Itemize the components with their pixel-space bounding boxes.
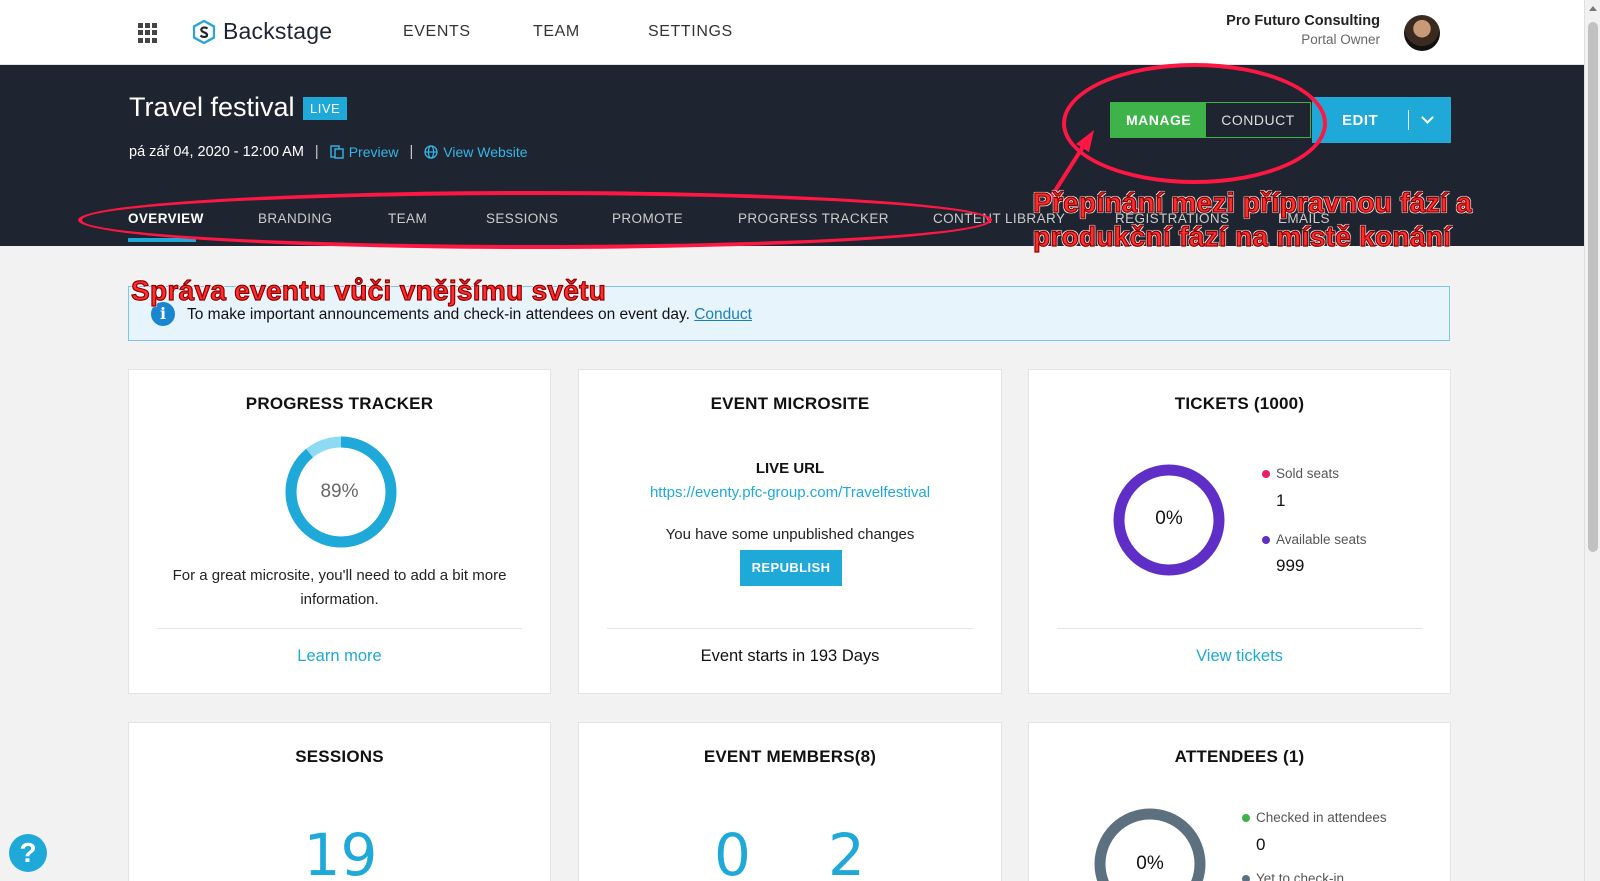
preview-icon [330,145,344,159]
available-seats-label: Available seats [1276,532,1367,547]
live-url-link[interactable]: https://eventy.pfc-group.com/Travelfesti… [650,484,930,501]
banner-message: To make important announcements and chec… [187,306,690,323]
yet-to-check-in-legend: Yet to check-in [1242,871,1344,881]
tab-overview[interactable]: OVERVIEW [128,211,204,226]
card-title: PROGRESS TRACKER [245,394,434,413]
edit-divider [1408,110,1409,130]
card-divider [607,628,973,629]
progress-tracker-card: PROGRESS TRACKER 89% For a great microsi… [128,369,551,694]
live-badge: LIVE [303,97,348,120]
tab-branding[interactable]: BRANDING [258,211,332,226]
card-divider [1057,628,1422,629]
scroll-up-icon[interactable] [1589,6,1597,11]
edit-button[interactable]: EDIT [1312,97,1451,143]
checked-in-label: Checked in attendees [1256,810,1387,825]
help-button[interactable]: ? [9,834,47,872]
page-scrollbar[interactable] [1584,0,1600,881]
tab-progress-tracker[interactable]: PROGRESS TRACKER [738,211,889,226]
app-logo[interactable]: Backstage [193,18,332,45]
annotation-mode-line-2: produkční fází na místě konání [1032,220,1452,252]
annotation-management: Správa eventu vůči vnějšímu světu [130,274,607,306]
globe-icon [424,145,438,159]
attendees-percent: 0% [1136,853,1164,874]
card-title: EVENT MEMBERS(8) [703,747,877,766]
event-members-card: EVENT MEMBERS(8) 0 2 [578,722,1002,881]
event-title: Travel festival [129,92,295,122]
nav-settings[interactable]: SETTINGS [648,23,733,41]
manage-button[interactable]: MANAGE [1111,103,1207,137]
avatar[interactable] [1404,15,1440,51]
card-title: TICKETS (1000) [1174,394,1305,413]
sold-seats-label: Sold seats [1276,466,1340,481]
event-meta: pá zář 04, 2020 - 12:00 AM | Preview | V… [129,144,528,160]
tickets-percent: 0% [1155,508,1183,529]
card-divider [157,628,522,629]
tab-sessions[interactable]: SESSIONS [486,211,558,226]
unpublished-changes-text: You have some unpublished changes [665,526,915,543]
republish-button[interactable]: REPUBLISH [740,550,842,586]
members-count-a[interactable]: 0 [714,821,751,881]
yet-to-check-in-label: Yet to check-in [1256,871,1345,881]
progress-percent: 89% [320,481,359,502]
user-role: Portal Owner [1301,32,1380,47]
meta-separator: | [314,144,319,160]
meta-separator: | [409,144,414,160]
live-url-wrap: https://eventy.pfc-group.com/Travelfesti… [579,484,1001,501]
available-seats-legend: Available seats [1262,532,1367,547]
card-title: ATTENDEES (1) [1174,747,1305,766]
conduct-button[interactable]: CONDUCT [1206,103,1310,137]
event-microsite-card: EVENT MICROSITE LIVE URL https://eventy.… [578,369,1002,694]
checked-in-legend: Checked in attendees [1242,810,1387,825]
chevron-down-icon[interactable] [1421,111,1434,124]
annotation-mode-line-1: Přepínání mezi přípravnou fází a [1032,186,1473,218]
yet-to-check-in-dot [1242,875,1250,881]
user-name: Pro Futuro Consulting [1226,13,1380,29]
sold-seats-dot [1262,470,1270,478]
sold-seats-value: 1 [1276,491,1286,510]
backstage-logo-icon [193,19,215,44]
tab-promote[interactable]: PROMOTE [612,211,683,226]
checked-in-value: 0 [1256,835,1266,854]
edit-label: EDIT [1342,111,1379,129]
user-menu[interactable]: Pro Futuro Consulting Portal Owner [1226,13,1380,47]
tickets-card: TICKETS (1000) 0% Sold seats 1 Available… [1028,369,1451,694]
nav-team[interactable]: TEAM [533,23,580,41]
view-website-link[interactable]: View Website [424,144,528,160]
banner-conduct-link[interactable]: Conduct [694,306,752,323]
learn-more-link[interactable]: Learn more [129,647,550,666]
active-tab-indicator [128,238,196,242]
event-datetime: pá zář 04, 2020 - 12:00 AM [129,144,304,160]
sold-seats-legend: Sold seats [1262,466,1339,481]
view-tickets-link[interactable]: View tickets [1029,647,1450,666]
preview-label: Preview [348,144,399,160]
card-title: EVENT MICROSITE [710,394,870,413]
app-name: Backstage [223,18,333,44]
attendees-card: ATTENDEES (1) 0% Checked in attendees 0 … [1028,722,1451,881]
scroll-thumb[interactable] [1588,22,1598,552]
sessions-card: SESSIONS 19 [128,722,551,881]
progress-text: For a great microsite, you'll need to ad… [172,567,507,608]
banner-text: To make important announcements and chec… [187,306,752,324]
top-bar: Backstage EVENTS TEAM SETTINGS Pro Futur… [0,0,1584,65]
available-seats-value: 999 [1276,556,1305,575]
nav-events[interactable]: EVENTS [403,23,471,41]
checked-in-dot [1242,814,1250,822]
sessions-count[interactable]: 19 [129,821,552,881]
view-website-label: View Website [443,144,528,160]
preview-link[interactable]: Preview [330,144,399,160]
event-countdown: Event starts in 193 Days [700,647,880,665]
mode-switch: MANAGE CONDUCT [1110,102,1311,138]
live-url-label: LIVE URL [755,460,825,477]
card-title: SESSIONS [295,747,384,766]
available-seats-dot [1262,536,1270,544]
apps-grid-icon[interactable] [138,23,158,43]
tab-team[interactable]: TEAM [388,211,427,226]
members-count-b[interactable]: 2 [828,821,865,881]
